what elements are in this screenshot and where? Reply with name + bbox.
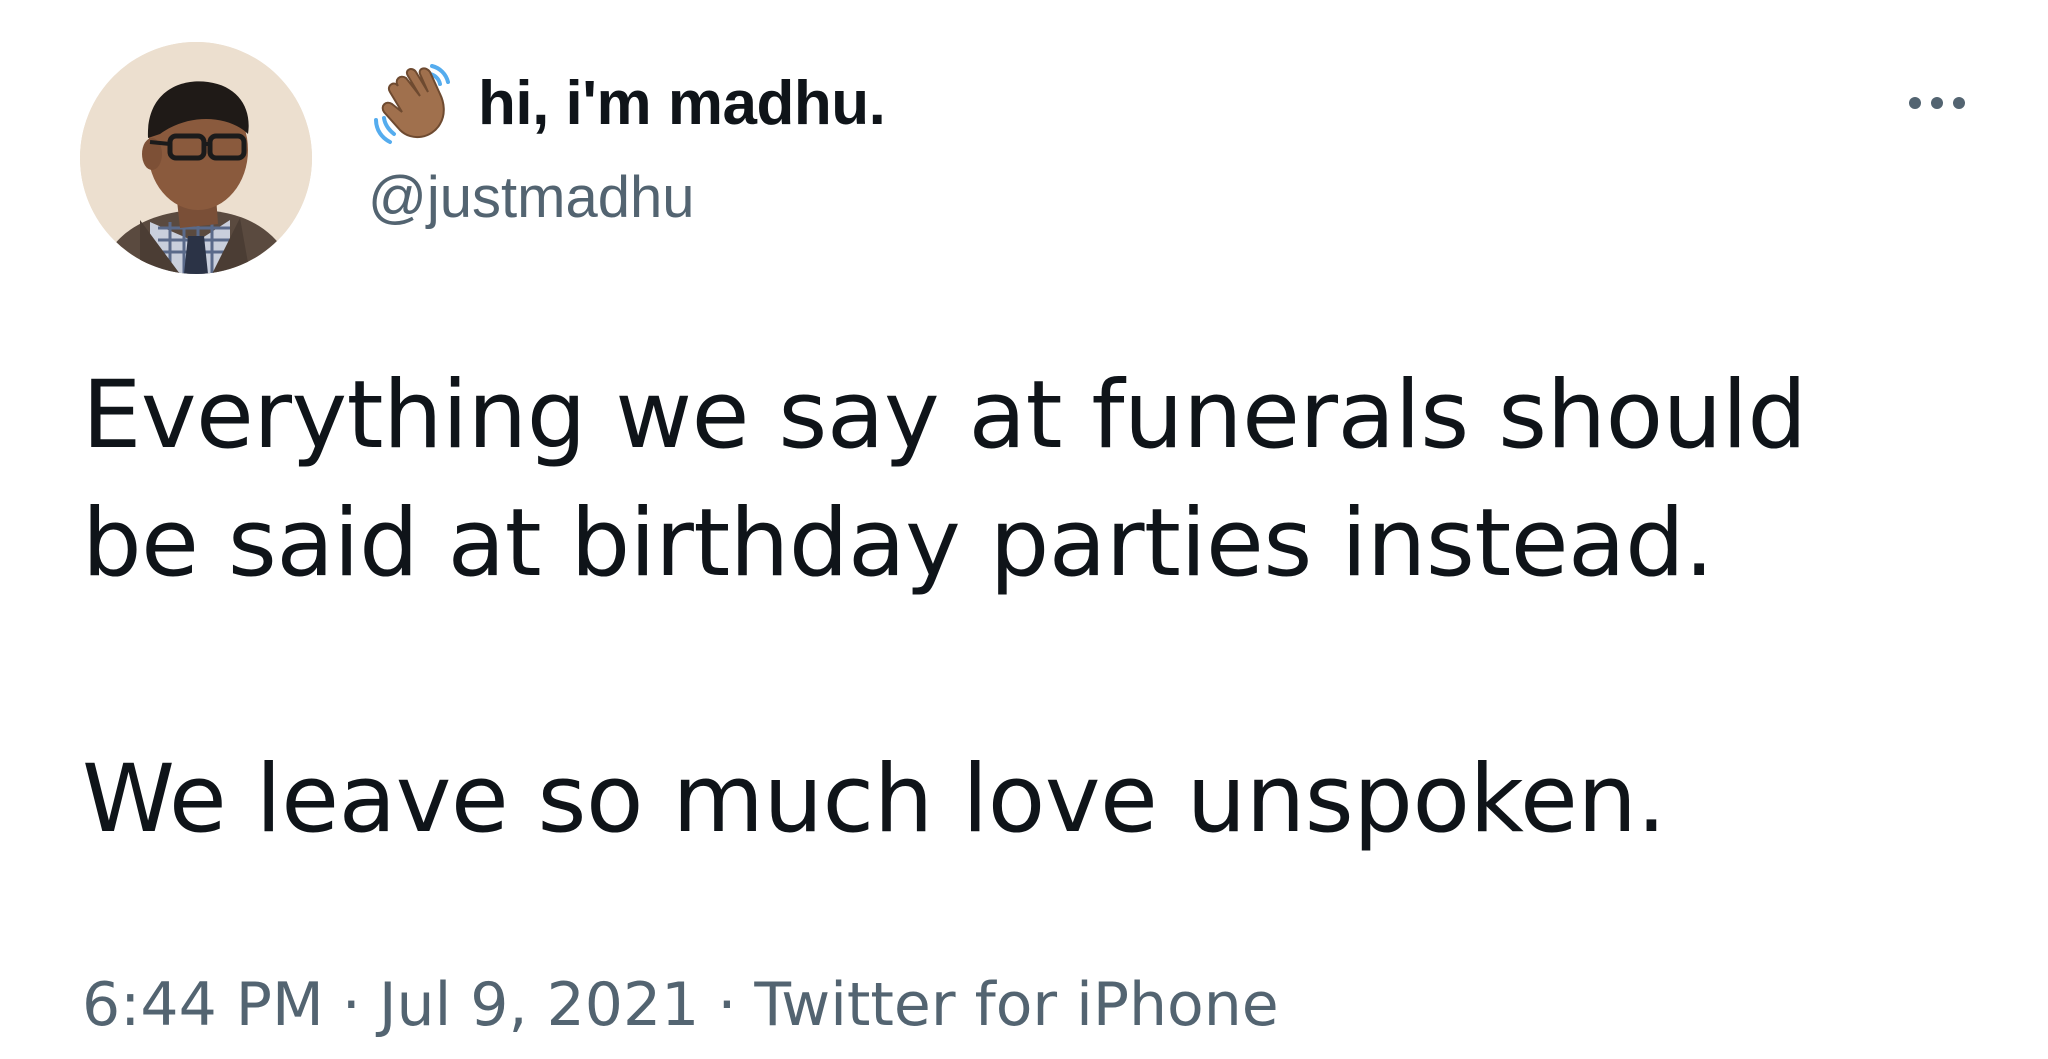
author-display-name[interactable]: hi, i'm madhu. (478, 68, 886, 139)
tweet-text-line: We leave so much love unspoken. (82, 745, 1666, 854)
meta-separator: · (341, 970, 361, 1040)
tweet-text-line: be said at birthday parties instead. (82, 489, 1714, 598)
tweet-text: Everything we say at funerals should be … (82, 352, 1982, 864)
meta-separator: · (717, 970, 737, 1040)
tweet-meta: 6:44 PM · Jul 9, 2021 · Twitter for iPho… (82, 970, 1279, 1040)
avatar[interactable] (80, 42, 312, 274)
more-horizontal-icon (1909, 97, 1965, 109)
author-handle[interactable]: @justmadhu (368, 164, 694, 231)
tweet-text-line: Everything we say at funerals should (82, 361, 1807, 470)
more-options-button[interactable] (1892, 78, 1982, 128)
waving-hand-icon (368, 58, 458, 148)
avatar-image (80, 42, 312, 274)
tweet-time[interactable]: 6:44 PM (82, 970, 324, 1040)
tweet-source[interactable]: Twitter for iPhone (754, 970, 1278, 1040)
author-name-row[interactable]: hi, i'm madhu. (368, 58, 886, 148)
tweet-card: hi, i'm madhu. @justmadhu Everything we … (0, 0, 2048, 1059)
tweet-date[interactable]: Jul 9, 2021 (379, 970, 699, 1040)
